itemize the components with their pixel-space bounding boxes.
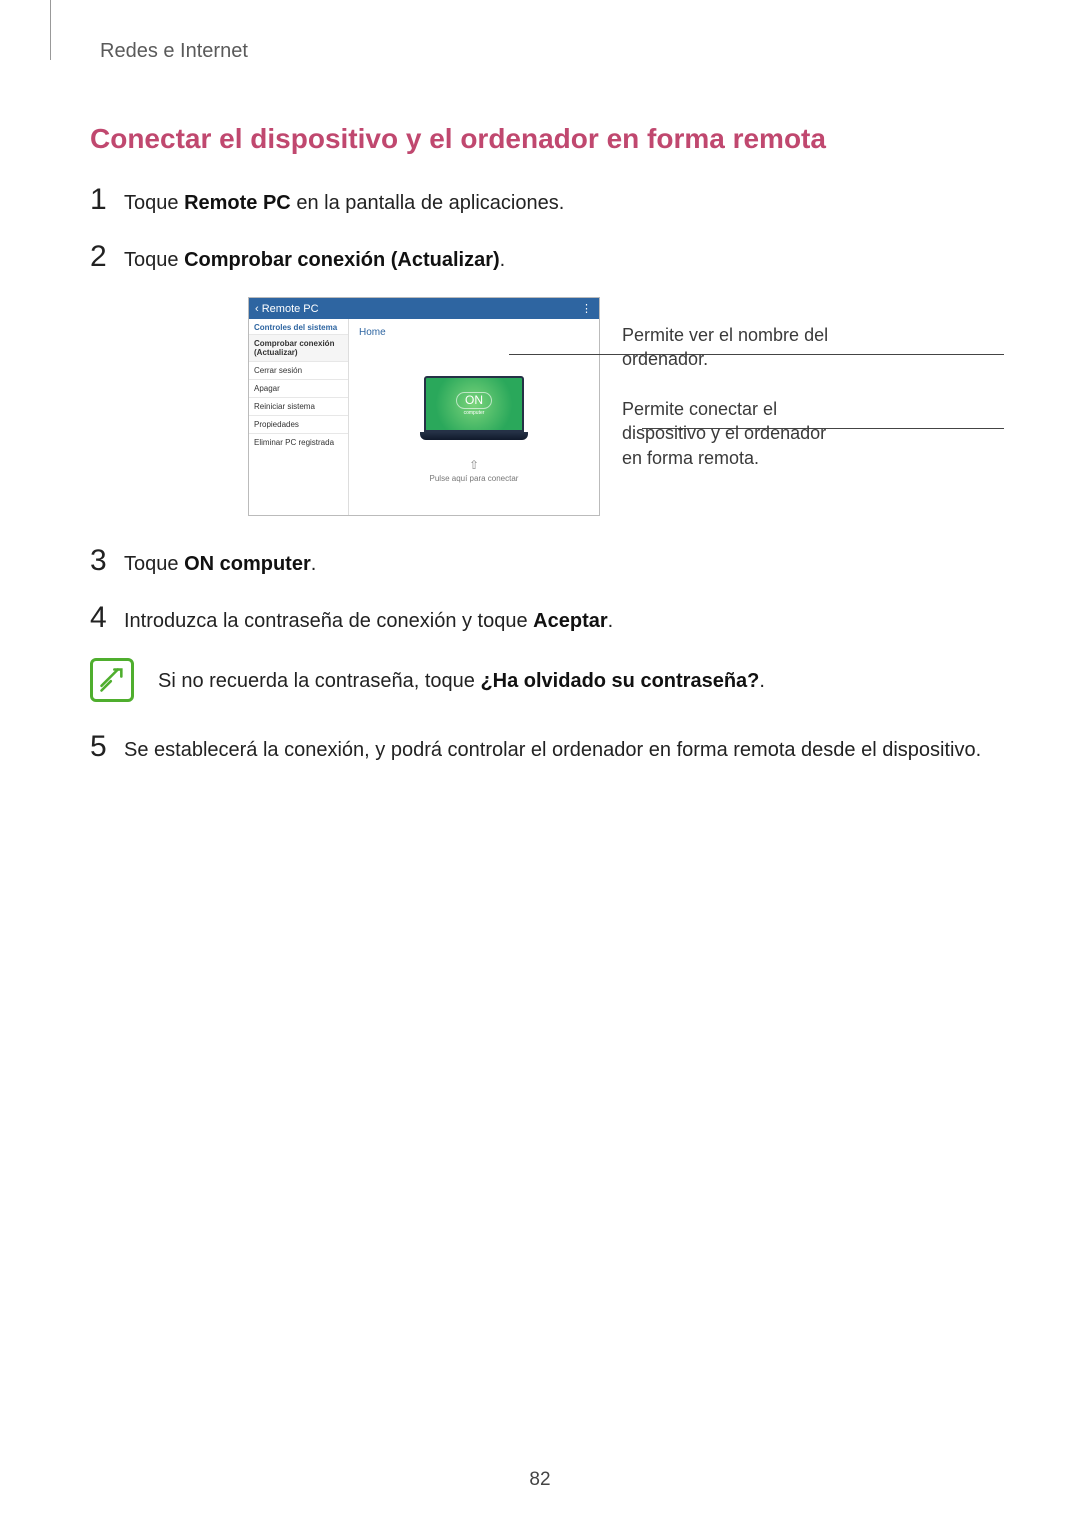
step-number: 5	[90, 730, 124, 763]
note: Si no recuerda la contraseña, toque ¿Ha …	[90, 658, 990, 702]
step-3: 3 Toque ON computer.	[90, 544, 990, 579]
tap-hint: Pulse aquí para conectar	[430, 474, 519, 483]
step-list-final: 5 Se establecerá la conexión, y podrá co…	[90, 730, 990, 765]
figure-callouts: Permite ver el nombre del ordenador. Per…	[622, 297, 832, 516]
step-number: 2	[90, 240, 124, 273]
callout-connect: Permite conectar el dispositivo y el ord…	[622, 397, 832, 470]
device-main-pane: Home ON computer ⇧ Pulse aquí para conec…	[349, 319, 599, 515]
laptop-base	[420, 432, 528, 440]
sidebar-item: Eliminar PC registrada	[249, 433, 348, 451]
device-sidebar: Controles del sistema Comprobar conexión…	[249, 319, 349, 515]
step-text: Toque Remote PC en la pantalla de aplica…	[124, 183, 990, 218]
step-list: 1 Toque Remote PC en la pantalla de apli…	[90, 183, 990, 275]
sidebar-group-title: Controles del sistema	[249, 319, 348, 334]
device-screenshot: ‹ Remote PC ⋮ Controles del sistema Comp…	[248, 297, 600, 516]
sidebar-item: Apagar	[249, 379, 348, 397]
pc-name-label: Home	[349, 319, 396, 338]
laptop-screen: ON computer	[424, 376, 524, 432]
note-icon	[90, 658, 134, 702]
figure: ‹ Remote PC ⋮ Controles del sistema Comp…	[90, 297, 990, 516]
on-button-sub: computer	[464, 410, 485, 416]
arrow-up-icon: ⇧	[469, 458, 479, 472]
sidebar-item: Comprobar conexión (Actualizar)	[249, 334, 348, 361]
step-2: 2 Toque Comprobar conexión (Actualizar).	[90, 240, 990, 275]
step-text: Toque ON computer.	[124, 544, 990, 579]
step-number: 4	[90, 601, 124, 634]
breadcrumb: Redes e Internet	[100, 40, 990, 63]
step-1: 1 Toque Remote PC en la pantalla de apli…	[90, 183, 990, 218]
sidebar-item: Cerrar sesión	[249, 361, 348, 379]
sidebar-item: Propiedades	[249, 415, 348, 433]
step-text: Se establecerá la conexión, y podrá cont…	[124, 730, 990, 765]
menu-dots-icon: ⋮	[581, 302, 593, 315]
step-number: 1	[90, 183, 124, 216]
laptop-graphic: ON computer	[420, 376, 528, 440]
step-5: 5 Se establecerá la conexión, y podrá co…	[90, 730, 990, 765]
sidebar-item: Reiniciar sistema	[249, 397, 348, 415]
on-button-label: ON	[456, 392, 492, 409]
back-icon: ‹ Remote PC	[255, 303, 319, 315]
page-number: 82	[0, 1469, 1080, 1491]
step-4: 4 Introduzca la contraseña de conexión y…	[90, 601, 990, 636]
device-titlebar: ‹ Remote PC ⋮	[249, 298, 599, 319]
step-text: Toque Comprobar conexión (Actualizar).	[124, 240, 990, 275]
section-heading: Conectar el dispositivo y el ordenador e…	[90, 123, 990, 155]
note-text: Si no recuerda la contraseña, toque ¿Ha …	[158, 658, 765, 696]
step-text: Introduzca la contraseña de conexión y t…	[124, 601, 990, 636]
step-number: 3	[90, 544, 124, 577]
step-list-cont: 3 Toque ON computer. 4 Introduzca la con…	[90, 544, 990, 636]
callout-pc-name: Permite ver el nombre del ordenador.	[622, 323, 832, 372]
